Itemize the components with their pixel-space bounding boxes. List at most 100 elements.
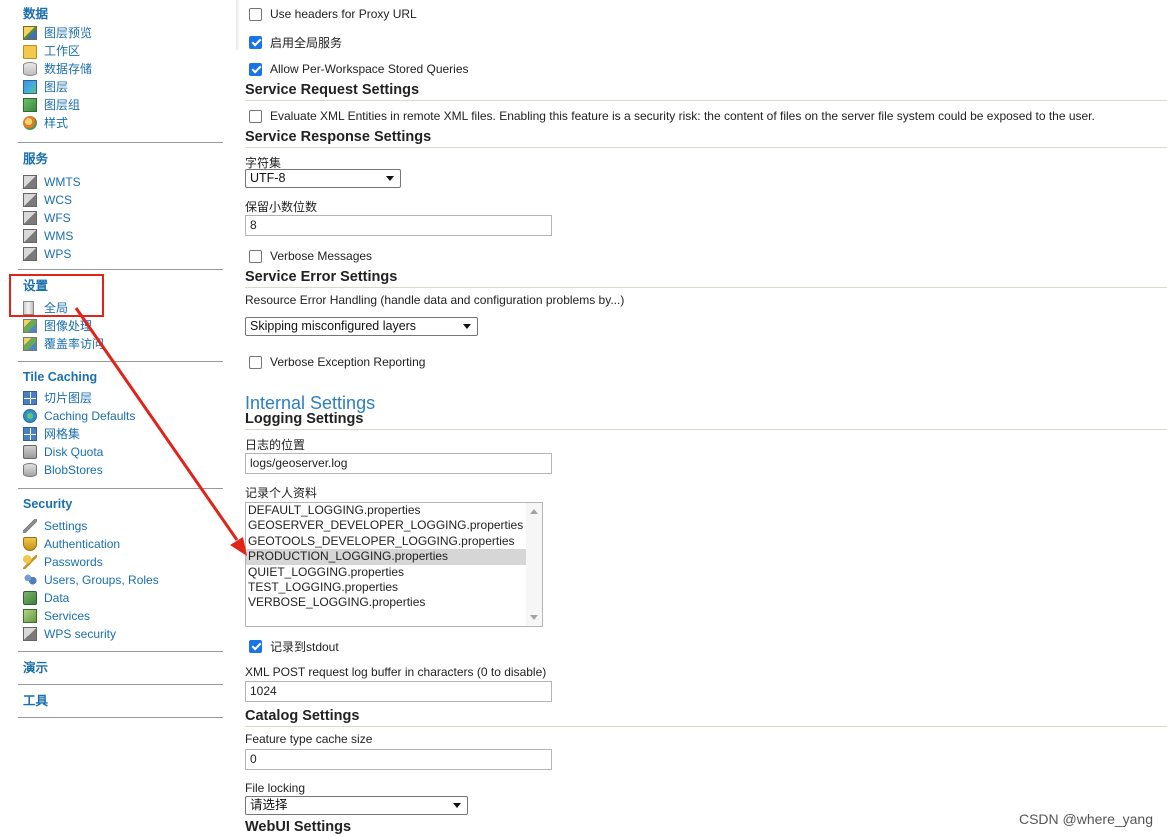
sidebar-item-label: 网格集	[44, 427, 81, 441]
service-icon	[23, 193, 37, 207]
sidebar-item-layer-preview[interactable]: 图层预览	[18, 24, 223, 42]
logging-profile-listbox[interactable]: DEFAULT_LOGGING.properties GEOSERVER_DEVE…	[245, 502, 543, 627]
sidebar-item-wmts[interactable]: WMTS	[18, 173, 223, 191]
enable-global-services-row[interactable]: 启用全局服务	[249, 33, 342, 51]
service-error-heading: Service Error Settings	[245, 268, 1167, 288]
verbose-messages-checkbox[interactable]	[249, 249, 262, 263]
sidebar-item-users-groups-roles[interactable]: Users, Groups, Roles	[18, 571, 223, 589]
sidebar-item-stores[interactable]: 数据存储	[18, 60, 223, 78]
sidebar-item-label: WMTS	[44, 175, 81, 189]
feature-cache-label: Feature type cache size	[245, 732, 373, 746]
sidebar-item-caching-defaults[interactable]: Caching Defaults	[18, 407, 223, 425]
scroll-down-icon[interactable]	[530, 615, 538, 620]
sidebar-item-wcs[interactable]: WCS	[18, 191, 223, 209]
sidebar-item-layers[interactable]: 图层	[18, 78, 223, 96]
logging-profile-option[interactable]: DEFAULT_LOGGING.properties	[246, 503, 526, 518]
chevron-down-icon	[386, 176, 394, 181]
sidebar-item-label: WPS security	[44, 627, 117, 641]
sidebar-item-styles[interactable]: 样式	[18, 114, 223, 132]
file-locking-select[interactable]: 请选择	[245, 796, 468, 815]
sidebar-section-tools: 工具	[18, 691, 223, 718]
sidebar-item-coverage-access[interactable]: 覆盖率访问	[18, 335, 223, 353]
charset-select[interactable]: UTF-8	[245, 169, 401, 188]
checkbox-label: Verbose Messages	[270, 249, 373, 263]
sidebar-item-wps-security[interactable]: WPS security	[18, 625, 223, 643]
sidebar-item-label: 图层	[44, 80, 69, 94]
sidebar-item-label: Disk Quota	[44, 445, 104, 459]
resource-error-handling-select[interactable]: Skipping misconfigured layers	[245, 317, 478, 336]
sidebar-item-tile-layers[interactable]: 切片图层	[18, 389, 223, 407]
sidebar-section-title: 数据	[23, 7, 49, 21]
sidebar-divider	[18, 488, 223, 489]
logging-profile-option[interactable]: QUIET_LOGGING.properties	[246, 565, 526, 580]
logging-profile-option[interactable]: TEST_LOGGING.properties	[246, 580, 526, 595]
sidebar-item-workspaces[interactable]: 工作区	[18, 42, 223, 60]
sidebar-item-wms[interactable]: WMS	[18, 227, 223, 245]
sidebar-item-wps[interactable]: WPS	[18, 245, 223, 263]
log-to-stdout-row[interactable]: 记录到stdout	[249, 637, 339, 655]
service-response-heading: Service Response Settings	[245, 128, 1167, 148]
checkbox-label: 启用全局服务	[270, 35, 343, 50]
sidebar-item-blobstores[interactable]: BlobStores	[18, 461, 223, 479]
verbose-exception-checkbox[interactable]	[249, 355, 262, 369]
logging-profile-options: DEFAULT_LOGGING.properties GEOSERVER_DEVE…	[246, 503, 542, 611]
sidebar-item-label: Caching Defaults	[44, 409, 136, 423]
image-icon	[23, 319, 37, 333]
folder-icon	[23, 45, 37, 59]
sidebar-item-label: WPS	[44, 247, 72, 261]
verbose-exception-row[interactable]: Verbose Exception Reporting	[249, 353, 425, 371]
sidebar-item-authentication[interactable]: Authentication	[18, 535, 223, 553]
sidebar-item-label: Users, Groups, Roles	[44, 573, 159, 587]
log-to-stdout-checkbox[interactable]	[249, 639, 262, 653]
sidebar-item-label: WCS	[44, 193, 72, 207]
use-headers-proxy-url-row[interactable]: Use headers for Proxy URL	[249, 5, 417, 23]
sidebar-item-label: 图层组	[44, 98, 81, 112]
sidebar-item-label: Settings	[44, 519, 88, 533]
per-workspace-stored-queries-checkbox[interactable]	[249, 62, 262, 76]
per-workspace-stored-queries-row[interactable]: Allow Per-Workspace Stored Queries	[249, 60, 469, 78]
sidebar-item-security-settings[interactable]: Settings	[18, 517, 223, 535]
globe-icon	[23, 409, 37, 423]
listbox-scrollbar[interactable]	[526, 503, 542, 626]
verbose-messages-row[interactable]: Verbose Messages	[249, 247, 372, 265]
sidebar-item-data-security[interactable]: Data	[18, 589, 223, 607]
evaluate-xml-entities-row[interactable]: Evaluate XML Entities in remote XML file…	[249, 107, 1095, 125]
layer-preview-icon	[23, 26, 37, 40]
sidebar-item-layer-groups[interactable]: 图层组	[18, 96, 223, 114]
sidebar-section-tools-title[interactable]: 工具	[18, 691, 223, 711]
sidebar-divider	[18, 717, 223, 718]
sidebar-section-security: Security Settings Authentication Passwor…	[18, 494, 223, 652]
evaluate-xml-entities-checkbox[interactable]	[249, 109, 262, 123]
xml-post-buffer-input[interactable]: 1024	[245, 681, 552, 702]
checkbox-label: Allow Per-Workspace Stored Queries	[270, 62, 469, 76]
sidebar-item-wfs[interactable]: WFS	[18, 209, 223, 227]
sidebar-divider	[18, 269, 223, 270]
logging-profile-option[interactable]: GEOTOOLS_DEVELOPER_LOGGING.properties	[246, 534, 526, 549]
scroll-up-icon[interactable]	[530, 509, 538, 514]
sidebar-item-label: 图像处理	[44, 319, 93, 333]
sidebar-item-label: Passwords	[44, 555, 103, 569]
decimals-input[interactable]: 8	[245, 215, 552, 236]
charset-value: UTF-8	[250, 171, 286, 185]
sidebar-item-image-processing[interactable]: 图像处理	[18, 317, 223, 335]
use-headers-proxy-url-checkbox[interactable]	[249, 7, 262, 21]
sidebar-item-services-security[interactable]: Services	[18, 607, 223, 625]
sidebar-item-disk-quota[interactable]: Disk Quota	[18, 443, 223, 461]
sidebar-item-label: Authentication	[44, 537, 121, 551]
logging-profile-option[interactable]: PRODUCTION_LOGGING.properties	[246, 549, 526, 565]
sidebar-item-passwords[interactable]: Passwords	[18, 553, 223, 571]
enable-global-services-checkbox[interactable]	[249, 35, 262, 49]
grid-icon	[23, 427, 37, 441]
sidebar: 数据 图层预览 工作区 数据存储 图层 图层组 样式 服务 WMTS WCS W…	[0, 0, 224, 836]
watermark: CSDN @where_yang	[1018, 811, 1153, 827]
log-location-input[interactable]: logs/geoserver.log	[245, 453, 552, 474]
sidebar-item-gridsets[interactable]: 网格集	[18, 425, 223, 443]
logging-profile-option[interactable]: VERBOSE_LOGGING.properties	[246, 595, 526, 610]
logging-settings-heading: Logging Settings	[245, 410, 1167, 430]
logging-profile-option[interactable]: GEOSERVER_DEVELOPER_LOGGING.properties	[246, 518, 526, 533]
sidebar-section-title: Tile Caching	[23, 370, 98, 384]
sidebar-section-services: 服务 WMTS WCS WFS WMS WPS	[18, 149, 223, 270]
feature-cache-input[interactable]: 0	[245, 749, 552, 770]
sidebar-section-demo-title[interactable]: 演示	[18, 658, 223, 678]
sidebar-item-label: BlobStores	[44, 463, 103, 477]
